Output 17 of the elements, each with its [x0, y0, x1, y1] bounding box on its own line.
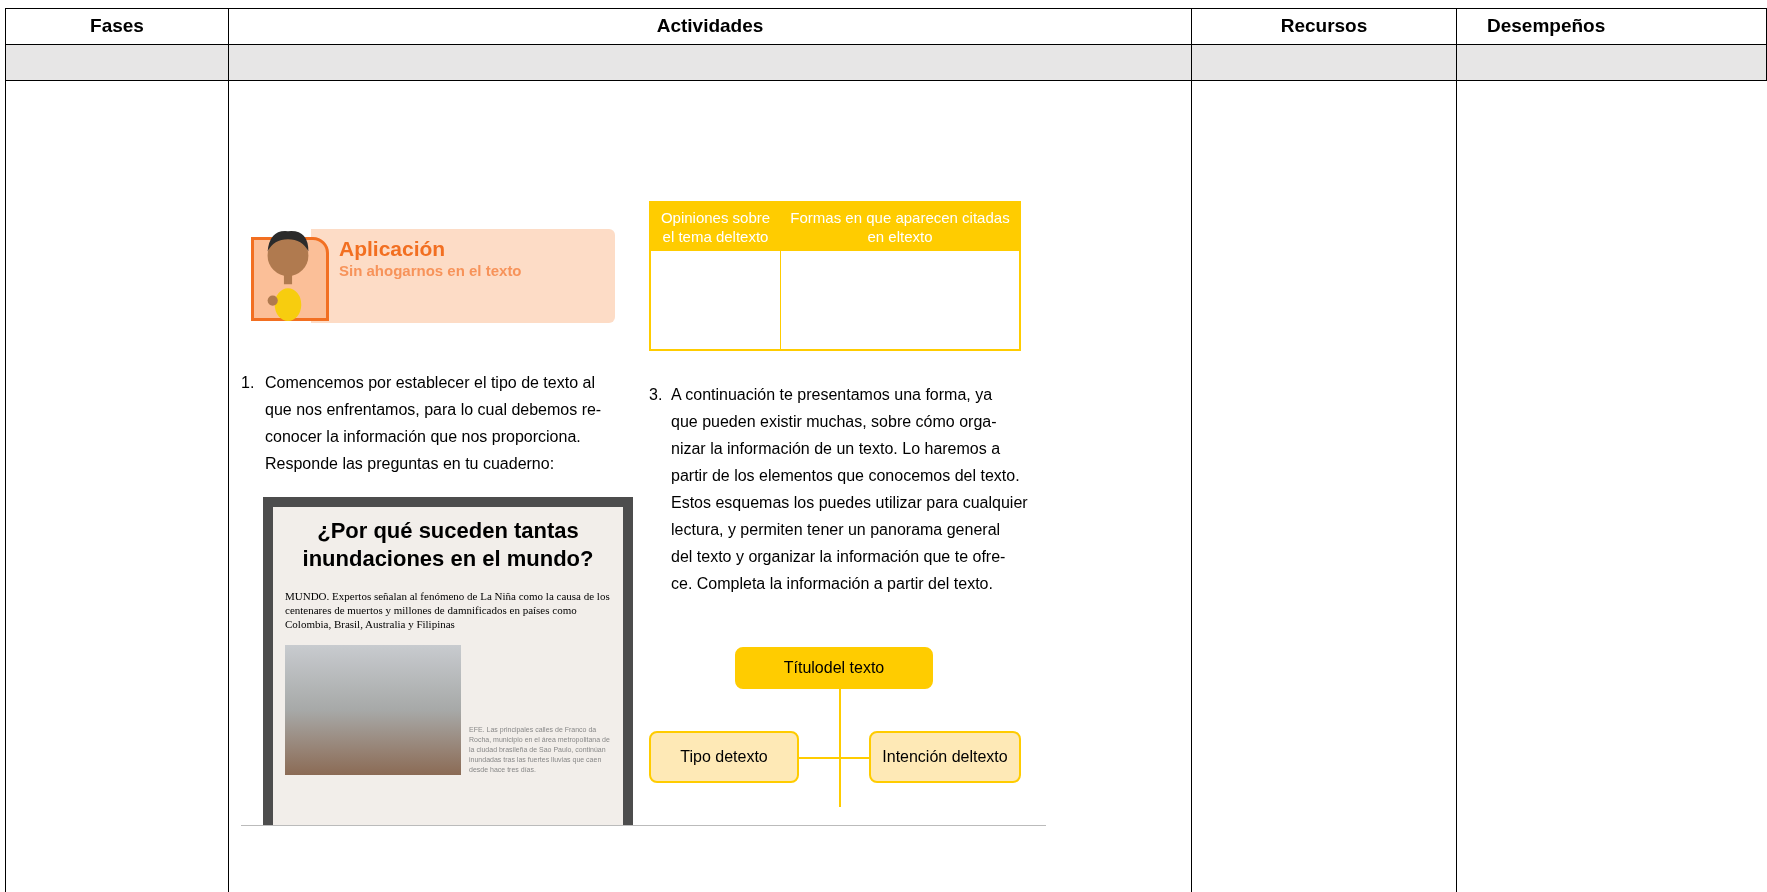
- instruction-text: Comencemos por establecer el tipo de texto al que nos enfrentamos, para lo cual debemos re- conocer la información que nos proporciona. Responde las preguntas en tu cuaderno:: [265, 372, 602, 474]
- banner-title: Aplicación: [339, 237, 447, 261]
- column-header: Recursos: [1280, 14, 1368, 39]
- diagram-node: Tipo detexto: [649, 731, 799, 783]
- list-number: 3.: [649, 385, 664, 405]
- column-header: Desempeños: [1487, 14, 1606, 39]
- instruction-text: A continuación te presentamos una forma, ya que pueden existir muchas, sobre cómo orga- nizar la información de un texto. Lo haremos a partir de los elementos que conocemos del texto. Estos esquemas los puedes utilizar para cualquier lectura, y permiten tener un panorama general del texto y organizar la información que te ofre- ce. Completa la información a partir del texto.: [671, 385, 1028, 594]
- news-lead: MUNDO. Expertos señalan al fenómeno de La Niña como la causa de los centenares de muertos y millones de damnificados en países como Colombia, Brasil, Australia y Filipinas: [285, 588, 611, 631]
- diagram-node: Intención deltexto: [869, 731, 1021, 783]
- diagram-node: Títulodel texto: [735, 647, 933, 689]
- column-header: Fases: [90, 14, 144, 39]
- banner-subtitle: Sin ahogarnos en el texto: [339, 261, 522, 281]
- news-headline: ¿Por qué suceden tantas inundaciones en el mundo?: [301, 516, 595, 573]
- list-number: 1.: [241, 372, 256, 393]
- table-header: Formas en que aparecen citadas en eltexto: [789, 208, 1011, 246]
- table-header: Opiniones sobre el tema deltexto: [659, 208, 772, 246]
- column-header: Actividades: [656, 14, 764, 39]
